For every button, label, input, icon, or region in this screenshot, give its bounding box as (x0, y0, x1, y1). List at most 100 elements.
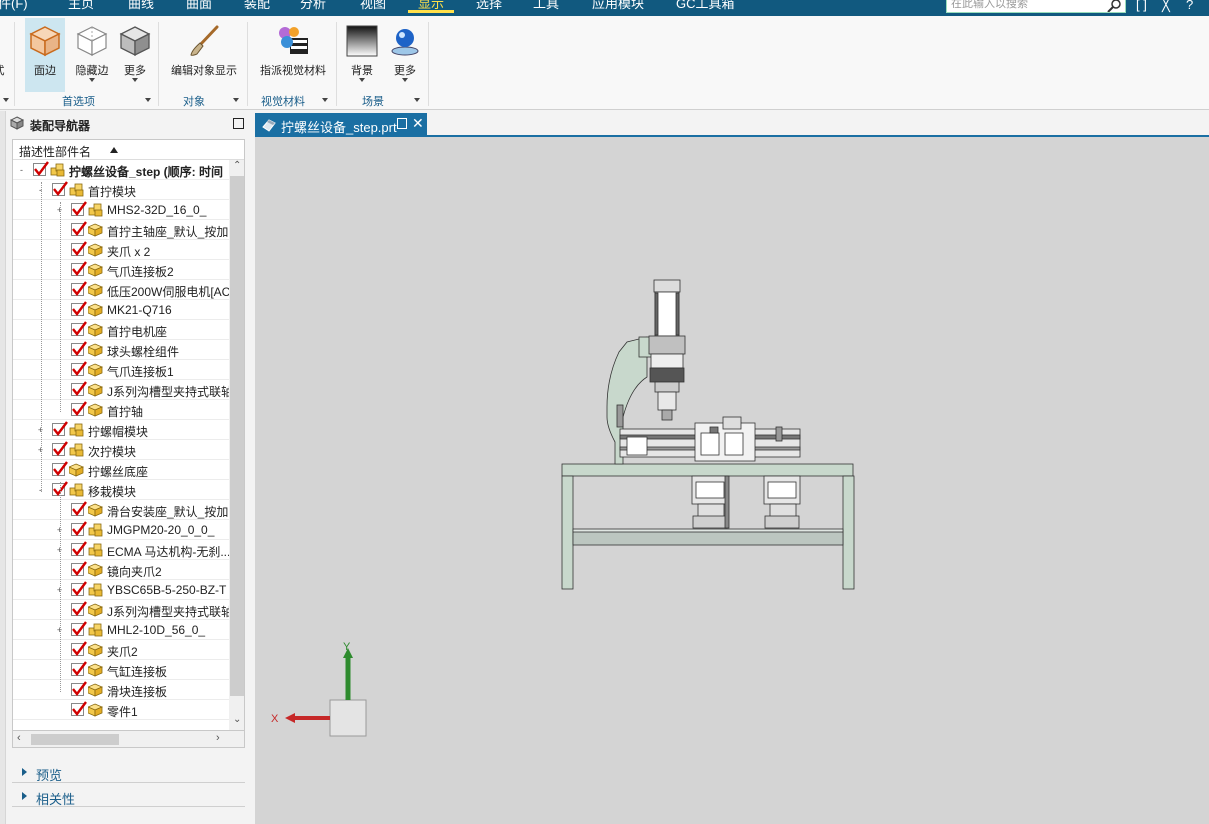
visibility-checkbox[interactable] (71, 561, 87, 576)
tree-row[interactable]: 球头螺栓组件 (13, 340, 229, 360)
group-dropdown-icon[interactable] (3, 98, 9, 102)
sort-ascending-icon[interactable] (110, 147, 118, 153)
object-group-dropdown-icon[interactable] (233, 98, 239, 102)
menu-item[interactable]: 分析 (300, 0, 326, 12)
visibility-checkbox[interactable] (71, 641, 87, 656)
visibility-checkbox[interactable] (71, 241, 87, 256)
close-window-icon[interactable]: ╳ (1162, 0, 1170, 12)
tree-row[interactable]: J系列沟槽型夹持式联轴 (13, 380, 229, 400)
scroll-up-icon[interactable]: ⌃ (233, 160, 241, 171)
menu-item[interactable]: 应用模块 (592, 0, 644, 12)
visibility-checkbox[interactable] (52, 421, 68, 436)
visibility-checkbox[interactable] (52, 461, 68, 476)
tree-row[interactable]: 气缸连接板 (13, 660, 229, 680)
visibility-checkbox[interactable] (71, 381, 87, 396)
menu-item[interactable]: 工具 (533, 0, 559, 12)
search-input[interactable]: 在此输入以搜索 (946, 0, 1126, 13)
scroll-down-icon[interactable]: ⌄ (233, 714, 241, 725)
tree-row[interactable]: + 次拧模块 (13, 440, 229, 460)
panel-dependencies[interactable]: 相关性 (12, 785, 245, 807)
tree-row[interactable]: + ECMA 马达机构-无刹... (13, 540, 229, 560)
tree-row[interactable]: - 拧螺丝设备_step (顺序: 时间 (13, 160, 229, 180)
menu-item[interactable]: 显示 (407, 0, 455, 13)
menu-item[interactable]: 选择 (476, 0, 502, 12)
menu-item[interactable]: 主页 (68, 0, 94, 12)
menu-item[interactable]: 曲线 (128, 0, 154, 12)
panel-preview[interactable]: 预览 (12, 761, 245, 783)
tree-row[interactable]: + YBSC65B-5-250-BZ-T (13, 580, 229, 600)
vertical-scroll-thumb[interactable] (230, 176, 244, 696)
visibility-checkbox[interactable] (71, 261, 87, 276)
help-icon[interactable]: ? (1186, 0, 1193, 12)
tree-row[interactable]: 气爪连接板1 (13, 360, 229, 380)
background-button[interactable]: 背景 (343, 18, 381, 92)
scene-group-dropdown-icon[interactable] (414, 98, 420, 102)
visibility-checkbox[interactable] (71, 521, 87, 536)
visual-material-group-dropdown-icon[interactable] (322, 98, 328, 102)
visibility-checkbox[interactable] (71, 281, 87, 296)
column-header[interactable]: 描述性部件名 (13, 140, 244, 160)
vertical-scrollbar[interactable]: ⌃ ⌄ (229, 160, 244, 730)
visibility-checkbox[interactable] (71, 401, 87, 416)
tree-row[interactable]: MK21-Q716 (13, 300, 229, 320)
tab-part-file[interactable]: 拧螺丝设备_step.prt ✕ (255, 113, 427, 137)
maximize-icon[interactable] (233, 118, 244, 129)
visibility-checkbox[interactable] (71, 701, 87, 716)
visibility-checkbox[interactable] (71, 681, 87, 696)
resource-bar[interactable] (0, 111, 6, 824)
visibility-checkbox[interactable] (71, 661, 87, 676)
tree-row[interactable]: + JMGPM20-20_0_0_ (13, 520, 229, 540)
close-tab-icon[interactable]: ✕ (412, 115, 424, 132)
visibility-checkbox[interactable] (71, 601, 87, 616)
horizontal-scrollbar[interactable]: ‹ › (12, 731, 245, 748)
tree-row[interactable]: 滑台安装座_默认_按加... (13, 500, 229, 520)
visibility-checkbox[interactable] (52, 441, 68, 456)
visibility-checkbox[interactable] (52, 481, 68, 496)
horizontal-scroll-thumb[interactable] (31, 734, 119, 745)
more-preferences-button[interactable]: 更多 (116, 18, 154, 92)
tree-row[interactable]: + 拧螺帽模块 (13, 420, 229, 440)
search-icon[interactable] (1107, 0, 1123, 12)
tree-row[interactable]: 首拧轴 (13, 400, 229, 420)
menu-item[interactable]: 视图 (360, 0, 386, 12)
tree-row[interactable]: - 首拧模块 (13, 180, 229, 200)
collapse-icon[interactable]: - (17, 166, 26, 175)
tree-row[interactable]: J系列沟槽型夹持式联轴 (13, 600, 229, 620)
tree-row[interactable]: 首拧电机座 (13, 320, 229, 340)
tree-row[interactable]: 滑块连接板 (13, 680, 229, 700)
tree-row[interactable]: 夹爪2 (13, 640, 229, 660)
visibility-checkbox[interactable] (71, 621, 87, 636)
more-preferences-dropdown-icon[interactable] (132, 78, 138, 82)
visibility-checkbox[interactable] (71, 581, 87, 596)
face-edge-button[interactable]: 面边 (25, 18, 65, 92)
tree-row[interactable]: 夹爪 x 2 (13, 240, 229, 260)
tree-row[interactable]: - 移栽模块 (13, 480, 229, 500)
visibility-checkbox[interactable] (71, 541, 87, 556)
edit-object-display-button[interactable]: 编辑对象显示 (166, 18, 242, 92)
hidden-edge-button[interactable]: 隐藏边 (70, 18, 114, 92)
scroll-left-icon[interactable]: ‹ (17, 732, 21, 744)
visibility-checkbox[interactable] (71, 301, 87, 316)
menu-item[interactable]: GC工具箱 (676, 0, 735, 12)
visibility-checkbox[interactable] (52, 181, 68, 196)
visibility-checkbox[interactable] (71, 221, 87, 236)
scroll-right-icon[interactable]: › (216, 732, 220, 744)
hidden-edge-dropdown-icon[interactable] (89, 78, 95, 82)
tree-row[interactable]: + MHS2-32D_16_0_ (13, 200, 229, 220)
preferences-group-dropdown-icon[interactable] (145, 98, 151, 102)
tree-row[interactable]: 气爪连接板2 (13, 260, 229, 280)
tree-row[interactable]: 镜向夹爪2 (13, 560, 229, 580)
menu-item[interactable]: 曲面 (186, 0, 212, 12)
tree-row[interactable]: 首拧主轴座_默认_按加... (13, 220, 229, 240)
background-dropdown-icon[interactable] (359, 78, 365, 82)
assign-visual-material-button[interactable]: 指派视觉材料 (255, 18, 331, 92)
menu-item[interactable]: 装配 (244, 0, 270, 12)
menu-item[interactable]: 件(F) (0, 0, 28, 12)
visibility-checkbox[interactable] (71, 321, 87, 336)
visibility-checkbox[interactable] (71, 201, 87, 216)
visibility-checkbox[interactable] (71, 361, 87, 376)
visibility-checkbox[interactable] (71, 341, 87, 356)
tree-row[interactable]: 拧螺丝底座 (13, 460, 229, 480)
ribbon-button-cut[interactable]: 式 (0, 18, 8, 92)
graphics-viewport[interactable]: Y X (255, 137, 1209, 824)
